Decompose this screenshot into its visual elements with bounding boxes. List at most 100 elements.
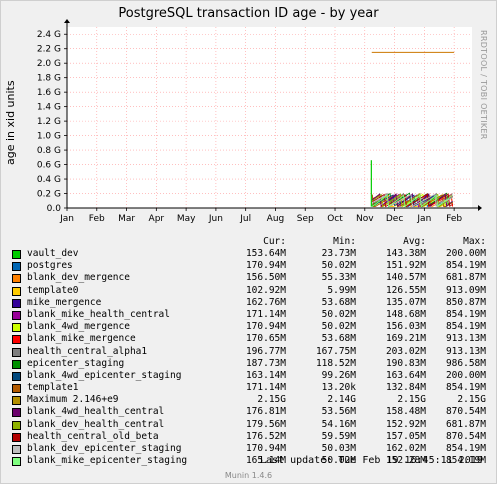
legend-swatch bbox=[12, 420, 21, 430]
last-update-text: Last update: Tue Feb 19 16:45:11 2019 bbox=[260, 455, 483, 466]
legend-row: health_central_old_beta 176.52M 59.59M 157.… bbox=[12, 431, 492, 443]
x-tick-label: Feb bbox=[89, 214, 105, 224]
min-value: 54.16M bbox=[321, 418, 356, 430]
max-value: 854.19M bbox=[445, 260, 486, 272]
min-value: 53.68M bbox=[321, 296, 356, 308]
legend-swatch bbox=[12, 371, 21, 381]
legend-header: Cur: Min: Avg: Max: bbox=[12, 236, 492, 248]
legend-row: template1 171.14M 13.20k 132.84M 854.19M bbox=[12, 382, 492, 394]
series-name: blank_dev_epicenter_staging bbox=[27, 443, 182, 454]
y-tick-label: 1.0 G bbox=[37, 132, 61, 142]
x-tick-label: Jun bbox=[208, 214, 223, 224]
legend-swatch bbox=[12, 262, 21, 272]
series-name: mike_mergence bbox=[27, 296, 102, 308]
legend-row: vault_dev 153.64M 23.73M 143.38M 200.00M bbox=[12, 248, 492, 260]
y-tick-label: 0.2 G bbox=[37, 190, 61, 200]
legend-swatch bbox=[12, 323, 21, 333]
legend-row: blank_dev_mergence 156.50M 55.33M 140.57M 68… bbox=[12, 272, 492, 284]
max-value: 854.19M bbox=[445, 382, 486, 394]
legend-rows: vault_dev 153.64M 23.73M 143.38M 200.00M post… bbox=[12, 248, 492, 467]
y-tick-label: 2.0 G bbox=[37, 59, 61, 69]
x-tick-label: Apr bbox=[149, 214, 165, 224]
series-name: vault_dev bbox=[27, 248, 79, 259]
min-value: 50.02M bbox=[321, 321, 356, 333]
x-tick-label: Nov bbox=[356, 214, 374, 224]
munin-version: Munin 1.4.6 bbox=[224, 471, 273, 480]
max-value: 986.58M bbox=[445, 357, 486, 369]
series-name: blank_dev_health_central bbox=[27, 418, 165, 430]
cur-value: 170.94M bbox=[245, 443, 286, 454]
header-max: Max: bbox=[463, 236, 486, 247]
x-tick-label: Jan bbox=[416, 214, 431, 224]
legend-swatch bbox=[12, 250, 21, 259]
cur-value: 176.52M bbox=[245, 430, 286, 442]
max-value: 850.87M bbox=[445, 296, 486, 308]
series-name: blank_4wd_mergence bbox=[27, 321, 130, 333]
legend-row: mike_mergence 162.76M 53.68M 135.07M 850.87M bbox=[12, 297, 492, 309]
series-name: blank_4wd_epicenter_staging bbox=[27, 369, 182, 381]
max-value: 854.19M bbox=[445, 321, 486, 333]
y-axis-arrow bbox=[64, 19, 70, 23]
cur-value: 2.15G bbox=[257, 394, 286, 406]
min-value: 5.99M bbox=[327, 284, 356, 296]
cur-value: 176.81M bbox=[245, 406, 286, 418]
y-tick-label: 0.0 bbox=[47, 204, 62, 214]
legend-swatch bbox=[12, 445, 21, 454]
min-value: 50.02M bbox=[321, 260, 356, 272]
min-value: 53.56M bbox=[321, 406, 356, 418]
legend-swatch bbox=[12, 335, 21, 345]
legend-swatch bbox=[12, 274, 21, 284]
header-min: Min: bbox=[333, 236, 356, 247]
cur-value: 162.76M bbox=[245, 296, 286, 308]
cur-value: 187.73M bbox=[245, 357, 286, 369]
cur-value: 171.14M bbox=[245, 308, 286, 320]
min-value: 59.59M bbox=[321, 430, 356, 442]
min-value: 50.03M bbox=[321, 443, 356, 454]
max-value: 870.54M bbox=[445, 430, 486, 442]
legend-swatch bbox=[12, 396, 21, 406]
y-tick-label: 2.4 G bbox=[37, 30, 61, 40]
y-tick-label: 1.4 G bbox=[37, 103, 61, 113]
series-name: blank_mike_mergence bbox=[27, 333, 136, 345]
min-value: 13.20k bbox=[321, 382, 356, 394]
legend-swatch bbox=[12, 347, 21, 357]
cur-value: 102.92M bbox=[245, 284, 286, 296]
max-value: 854.19M bbox=[445, 443, 486, 454]
cur-value: 156.50M bbox=[245, 272, 286, 284]
legend-swatch bbox=[12, 298, 21, 308]
min-value: 2.14G bbox=[327, 394, 356, 406]
min-value: 99.26M bbox=[321, 369, 356, 381]
x-tick-label: Oct bbox=[327, 214, 343, 224]
y-tick-label: 1.8 G bbox=[37, 74, 61, 84]
x-axis-arrow bbox=[478, 205, 482, 211]
max-value: 913.13M bbox=[445, 345, 486, 357]
cur-value: 171.14M bbox=[245, 382, 286, 394]
series-name: health_central_alpha1 bbox=[27, 345, 148, 357]
series-name: Maximum 2.146+e9 bbox=[27, 394, 119, 406]
series-name: postgres bbox=[27, 260, 73, 272]
series-name: blank_mike_health_central bbox=[27, 308, 170, 320]
x-tick-label: May bbox=[177, 214, 196, 224]
series-name: health_central_old_beta bbox=[27, 430, 159, 442]
legend-row: blank_mike_mergence 170.65M 53.68M 169.21M 9… bbox=[12, 333, 492, 345]
legend-row: blank_dev_health_central 179.56M 54.16M 152… bbox=[12, 419, 492, 431]
series-name: template1 bbox=[27, 382, 79, 394]
y-tick-label: 1.2 G bbox=[37, 117, 61, 127]
x-tick-label: Feb bbox=[446, 214, 462, 224]
min-value: 118.52M bbox=[315, 357, 356, 369]
max-value: 681.87M bbox=[445, 272, 486, 284]
legend-swatch bbox=[12, 310, 21, 320]
legend-swatch bbox=[12, 457, 21, 467]
cur-value: 170.94M bbox=[245, 321, 286, 333]
y-tick-label: 2.2 G bbox=[37, 45, 61, 55]
max-value: 870.54M bbox=[445, 406, 486, 418]
legend-row: blank_4wd_health_central 176.81M 53.56M 158… bbox=[12, 406, 492, 418]
legend-swatch bbox=[12, 408, 21, 418]
x-tick-label: Jan bbox=[59, 214, 74, 224]
min-value: 167.75M bbox=[315, 345, 356, 357]
max-value: 200.00M bbox=[445, 248, 486, 259]
legend-table: Cur: Min: Avg: Max: vault_dev 153.64M 23.7… bbox=[12, 236, 492, 467]
max-value: 913.13M bbox=[445, 333, 486, 345]
legend-row: template0 102.92M 5.99M 126.55M 913.09M bbox=[12, 285, 492, 297]
series-name: epicenter_staging bbox=[27, 357, 125, 369]
